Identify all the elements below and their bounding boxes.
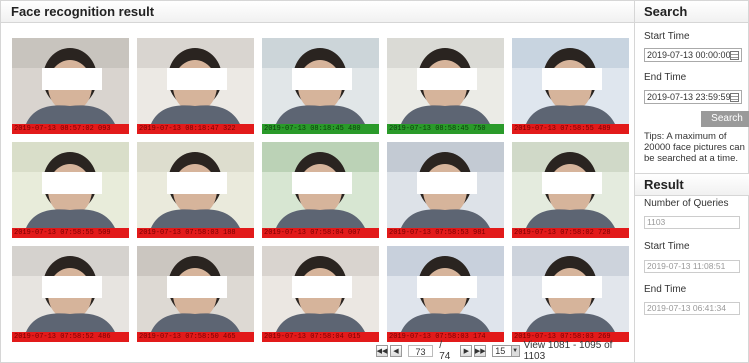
privacy-mask	[292, 68, 352, 90]
queries-count-field: 1103	[644, 216, 740, 229]
face-thumbnail[interactable]	[137, 142, 254, 228]
face-result-tile[interactable]: 2019-07-13 08:57:02 093	[12, 38, 129, 134]
face-result-tile[interactable]: 2019-07-13 07:58:52 486	[12, 246, 129, 342]
face-thumbnail[interactable]	[262, 142, 379, 228]
face-result-tile[interactable]: 2019-07-13 07:58:50 465	[137, 246, 254, 342]
prev-page-icon[interactable]: ◀	[390, 345, 402, 357]
page-size-select[interactable]: 15 ▼	[492, 345, 520, 357]
next-page-icon[interactable]: ▶	[460, 345, 473, 357]
face-result-tile[interactable]: 2019-07-13 07:58:55 489	[512, 38, 629, 134]
start-time-label: Start Time	[644, 31, 690, 42]
total-pages-text: / 74	[439, 340, 451, 362]
privacy-mask	[417, 172, 477, 194]
privacy-mask	[542, 68, 602, 90]
face-result-tile[interactable]: 2019-07-13 07:58:02 728	[512, 142, 629, 238]
privacy-mask	[42, 172, 102, 194]
face-thumbnail[interactable]	[387, 246, 504, 332]
face-result-tile[interactable]: 2019-07-13 08:18:47 322	[137, 38, 254, 134]
view-range-text: View 1081 - 1095 of 1103	[523, 340, 613, 362]
capture-timestamp: 2019-07-13 08:18:45 480	[262, 124, 379, 134]
face-thumbnail[interactable]	[512, 246, 629, 332]
face-thumbnail[interactable]	[387, 38, 504, 124]
capture-timestamp: 2019-07-13 07:58:04 015	[262, 332, 379, 342]
face-thumbnail[interactable]	[512, 142, 629, 228]
start-time-input[interactable]: 2019-07-13 00:00:00	[644, 48, 742, 62]
capture-timestamp: 2019-07-13 07:58:52 486	[12, 332, 129, 342]
face-result-tile[interactable]: 2019-07-13 07:58:03 174	[387, 246, 504, 342]
privacy-mask	[167, 172, 227, 194]
end-time-label: End Time	[644, 72, 687, 83]
face-thumbnail[interactable]	[387, 142, 504, 228]
capture-timestamp: 2019-07-13 07:58:02 728	[512, 228, 629, 238]
result-start-time-label: Start Time	[644, 241, 690, 252]
page-size-value: 15	[495, 346, 506, 356]
privacy-mask	[167, 68, 227, 90]
privacy-mask	[292, 172, 352, 194]
end-time-input[interactable]: 2019-07-13 23:59:59	[644, 90, 742, 104]
face-result-tile[interactable]: 2019-07-13 07:58:55 509	[12, 142, 129, 238]
face-thumbnail[interactable]	[12, 142, 129, 228]
capture-timestamp: 2019-07-13 07:58:55 489	[512, 124, 629, 134]
page-number-input[interactable]: 73	[407, 345, 434, 357]
face-thumbnail[interactable]	[12, 38, 129, 124]
face-thumbnail[interactable]	[512, 38, 629, 124]
privacy-mask	[417, 68, 477, 90]
face-thumbnail[interactable]	[137, 246, 254, 332]
search-section-title: Search	[635, 1, 748, 23]
capture-timestamp: 2019-07-13 07:58:04 007	[262, 228, 379, 238]
face-result-tile[interactable]: 2019-07-13 07:58:03 188	[137, 142, 254, 238]
capture-timestamp: 2019-07-13 08:58:45 750	[387, 124, 504, 134]
face-results-panel: Face recognition result 2019-07-13 08:57…	[0, 0, 635, 363]
result-end-time-label: End Time	[644, 284, 687, 295]
privacy-mask	[42, 276, 102, 298]
search-tips: Tips: A maximum of 20000 face pictures c…	[644, 131, 745, 164]
dropdown-arrow-icon: ▼	[510, 346, 519, 356]
queries-label: Number of Queries	[644, 198, 729, 209]
face-result-tile[interactable]: 2019-07-13 08:18:45 480	[262, 38, 379, 134]
privacy-mask	[292, 276, 352, 298]
pagination-bar: ◀◀ ◀ 73 / 74 ▶ ▶▶ 15 ▼ View 1081 - 1095 …	[376, 340, 634, 362]
privacy-mask	[167, 276, 227, 298]
capture-timestamp: 2019-07-13 08:57:02 093	[12, 124, 129, 134]
face-thumbnail[interactable]	[137, 38, 254, 124]
face-result-tile[interactable]: 2019-07-13 07:58:53 981	[387, 142, 504, 238]
end-time-value: 2019-07-13 23:59:59	[647, 92, 731, 102]
capture-timestamp: 2019-07-13 07:58:53 981	[387, 228, 504, 238]
capture-timestamp: 2019-07-13 07:58:50 465	[137, 332, 254, 342]
privacy-mask	[42, 68, 102, 90]
start-time-value: 2019-07-13 00:00:00	[647, 50, 731, 60]
first-page-icon[interactable]: ◀◀	[376, 345, 388, 357]
capture-timestamp: 2019-07-13 07:58:03 188	[137, 228, 254, 238]
face-result-tile[interactable]: 2019-07-13 07:58:03 269	[512, 246, 629, 342]
face-thumbnail[interactable]	[262, 38, 379, 124]
face-result-tile[interactable]: 2019-07-13 08:58:45 750	[387, 38, 504, 134]
result-start-time-field: 2019-07-13 11:08:51	[644, 260, 740, 273]
privacy-mask	[417, 276, 477, 298]
face-result-tile[interactable]: 2019-07-13 07:58:04 007	[262, 142, 379, 238]
face-thumbnail[interactable]	[262, 246, 379, 332]
search-button[interactable]: Search	[701, 111, 749, 127]
calendar-icon[interactable]	[730, 93, 739, 102]
result-section-title: Result	[635, 174, 749, 196]
capture-timestamp: 2019-07-13 07:58:55 509	[12, 228, 129, 238]
last-page-icon[interactable]: ▶▶	[474, 345, 487, 357]
calendar-icon[interactable]	[730, 51, 739, 60]
face-thumbnail[interactable]	[12, 246, 129, 332]
face-result-tile[interactable]: 2019-07-13 07:58:04 015	[262, 246, 379, 342]
privacy-mask	[542, 172, 602, 194]
results-panel-title: Face recognition result	[1, 1, 634, 23]
search-panel: Search Start Time 2019-07-13 00:00:00 En…	[635, 0, 749, 363]
privacy-mask	[542, 276, 602, 298]
capture-timestamp: 2019-07-13 08:18:47 322	[137, 124, 254, 134]
result-end-time-field: 2019-07-13 06:41:34	[644, 302, 740, 315]
